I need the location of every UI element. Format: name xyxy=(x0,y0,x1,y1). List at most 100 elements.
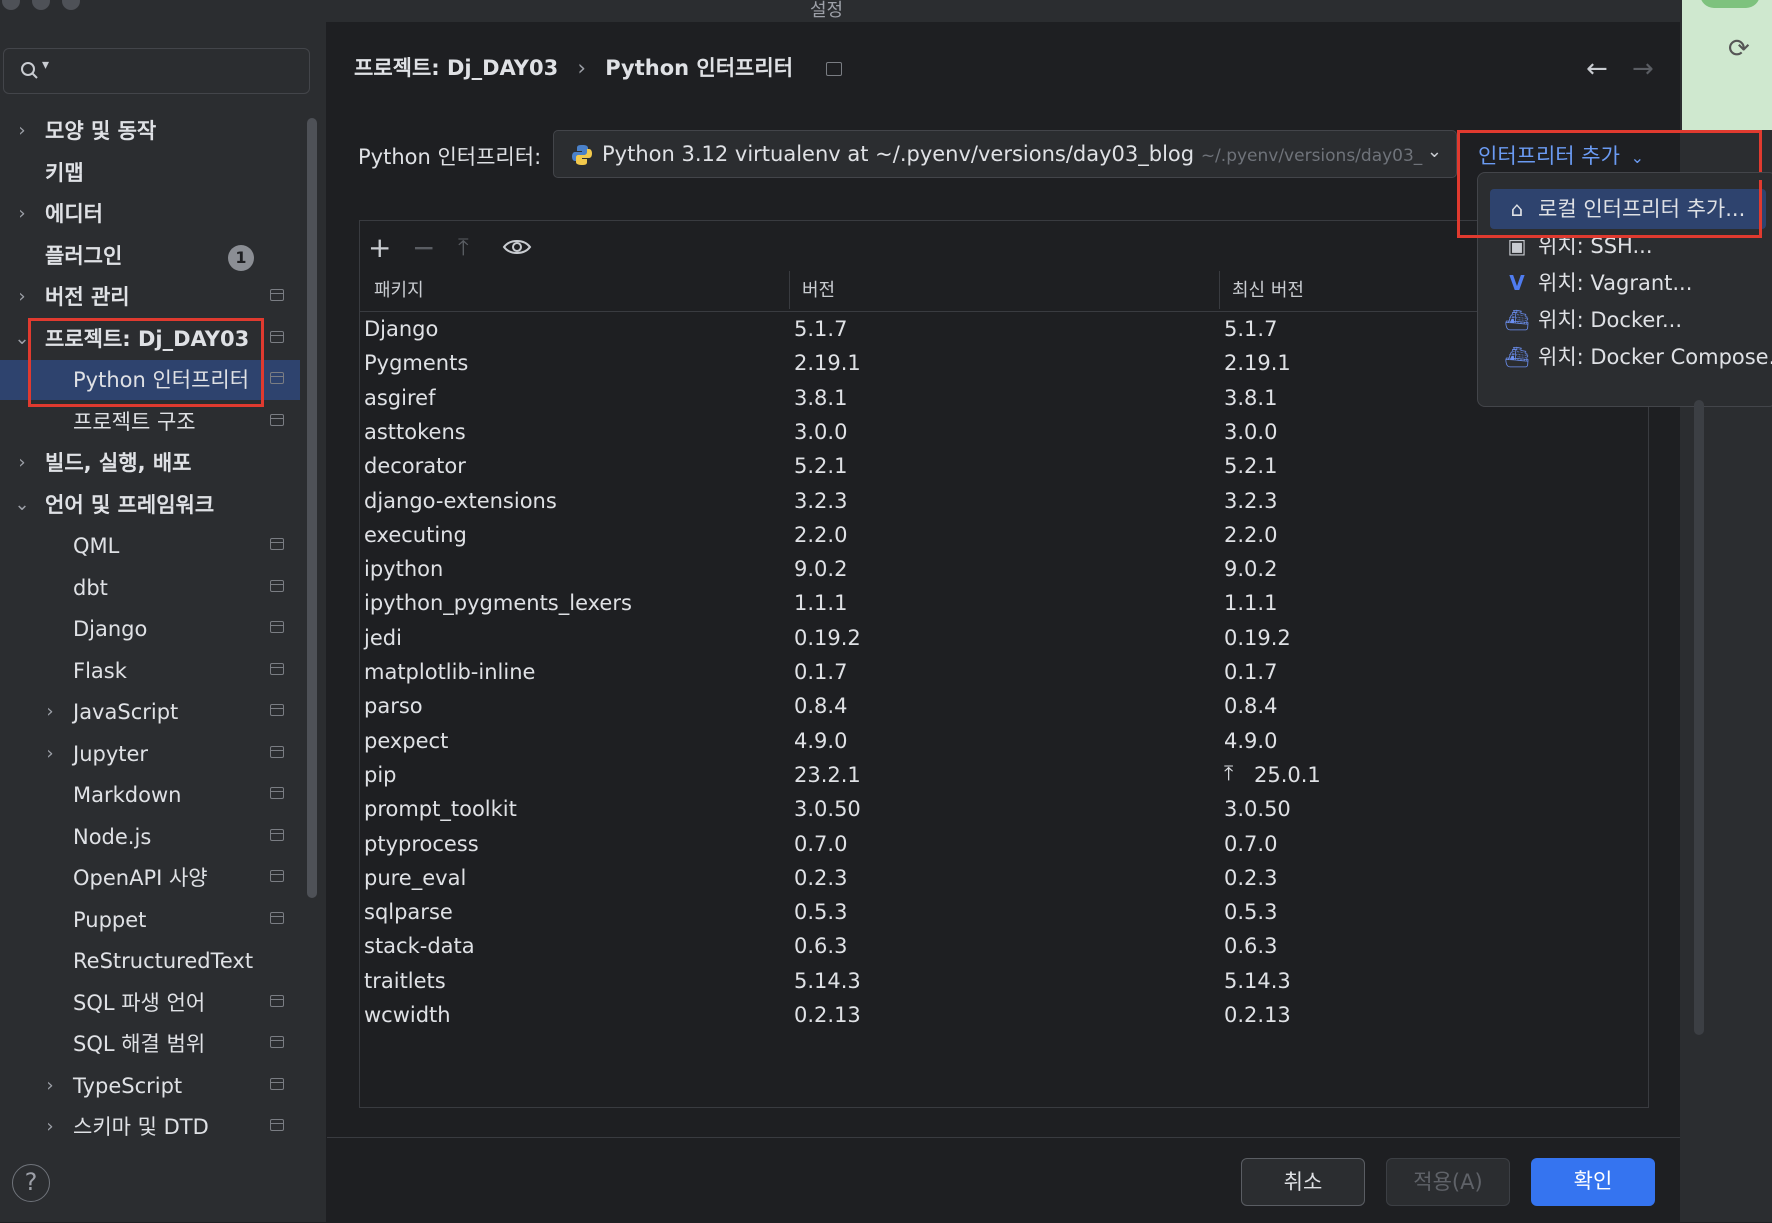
package-name-cell[interactable]: asttokens xyxy=(364,420,466,444)
chevron-right-icon[interactable]: › xyxy=(12,111,32,151)
package-name-cell[interactable]: jedi xyxy=(364,626,402,650)
package-name-cell[interactable]: pip xyxy=(364,763,397,787)
package-name-cell[interactable]: ipython_pygments_lexers xyxy=(364,591,632,615)
chevron-right-icon[interactable]: › xyxy=(12,277,32,317)
sidebar-item[interactable]: ⌄ 언어 및 프레임워크 xyxy=(0,485,300,525)
sidebar-item[interactable]: Flask xyxy=(0,651,300,691)
interpreter-select[interactable]: Python 3.12 virtualenv at ~/.pyenv/versi… xyxy=(553,130,1457,178)
project-scope-icon xyxy=(270,1119,284,1131)
sidebar-item[interactable]: 키맵 xyxy=(0,153,300,193)
apply-button[interactable]: 적용(A) xyxy=(1386,1158,1510,1206)
chevron-right-icon[interactable]: › xyxy=(40,692,60,732)
package-name-cell[interactable]: matplotlib-inline xyxy=(364,660,535,684)
package-table: + − ⤒ 패키지 버전 최신 버전 Django 5.1.7 5.1.7 Pygme… xyxy=(359,220,1650,1108)
sidebar-item[interactable]: 프로젝트 구조 xyxy=(0,402,300,442)
package-name-cell[interactable]: stack-data xyxy=(364,934,475,958)
window-title: 설정 xyxy=(810,0,844,21)
package-latest-version-cell: 5.14.3 xyxy=(1224,968,1291,993)
menu-item-label: 위치: Docker Compose... xyxy=(1538,345,1772,369)
package-latest-version-cell: 0.19.2 xyxy=(1224,625,1291,650)
package-name-cell[interactable]: pexpect xyxy=(364,729,448,753)
add-package-icon[interactable]: + xyxy=(368,231,391,264)
search-options-chevron-icon[interactable]: ▾ xyxy=(42,57,49,73)
sidebar-item-label: 스키마 및 DTD xyxy=(73,1115,209,1139)
column-header-version[interactable]: 버전 xyxy=(802,271,835,311)
upgrade-available-icon[interactable]: ⤒ xyxy=(1224,761,1233,786)
sidebar-item-label: Markdown xyxy=(73,783,182,807)
minimize-window-button[interactable] xyxy=(32,0,50,10)
sidebar-item-label: 에디터 xyxy=(45,202,103,226)
sidebar-item[interactable]: › 스키마 및 DTD xyxy=(0,1107,300,1147)
sidebar-item[interactable]: › 빌드, 실행, 배포 xyxy=(0,443,300,483)
sidebar-item[interactable]: Puppet xyxy=(0,900,300,940)
package-name-cell[interactable]: executing xyxy=(364,523,467,547)
package-name-cell[interactable]: wcwidth xyxy=(364,1003,451,1027)
sidebar-item[interactable]: › 모양 및 동작 xyxy=(0,111,300,151)
breadcrumb-project[interactable]: 프로젝트: Dj_DAY03 xyxy=(354,56,558,80)
sidebar-item[interactable]: Node.js xyxy=(0,817,300,857)
project-scope-icon xyxy=(270,538,284,550)
chevron-down-icon[interactable]: ⌄ xyxy=(12,485,32,525)
chevron-right-icon[interactable]: › xyxy=(40,1107,60,1147)
remove-package-icon[interactable]: − xyxy=(412,231,435,264)
package-name-cell[interactable]: pure_eval xyxy=(364,866,466,890)
menu-item[interactable]: ⛴ 위치: Docker Compose... xyxy=(1490,337,1772,377)
package-name-cell[interactable]: Pygments xyxy=(364,351,468,375)
settings-search-input[interactable]: ▾ xyxy=(3,48,310,94)
forward-arrow-icon[interactable]: → xyxy=(1632,54,1654,84)
chevron-right-icon[interactable]: › xyxy=(40,734,60,774)
sidebar-item[interactable]: › 에디터 xyxy=(0,194,300,234)
package-latest-version-cell: 1.1.1 xyxy=(1224,591,1278,616)
menu-item[interactable]: ⛴ 위치: Docker... xyxy=(1490,300,1766,340)
sidebar-item-label: Flask xyxy=(73,658,127,683)
eye-icon[interactable] xyxy=(502,237,532,257)
sidebar-item[interactable]: SQL 파생 언어 xyxy=(0,983,300,1023)
chevron-right-icon[interactable]: › xyxy=(12,443,32,483)
column-header-latest-version[interactable]: 최신 버전 xyxy=(1232,271,1304,311)
sidebar-item[interactable]: › 버전 관리 xyxy=(0,277,300,317)
package-version-cell: 5.1.7 xyxy=(794,317,848,341)
upgrade-package-icon[interactable]: ⤒ xyxy=(458,233,469,261)
sidebar-item[interactable]: SQL 해결 범위 xyxy=(0,1024,300,1064)
title-bar: 설정 xyxy=(0,0,1680,22)
menu-item[interactable]: V 위치: Vagrant... xyxy=(1490,263,1766,303)
sidebar-scrollbar[interactable] xyxy=(307,118,317,898)
project-scope-icon xyxy=(270,828,284,841)
back-arrow-icon[interactable]: ← xyxy=(1586,54,1608,84)
sidebar-item[interactable]: 플러그인 1 xyxy=(0,236,300,276)
package-name-cell[interactable]: parso xyxy=(364,694,423,718)
project-scope-icon xyxy=(270,787,284,799)
chevron-right-icon[interactable]: › xyxy=(40,1066,60,1106)
highlight-box-project xyxy=(28,318,264,407)
package-name-cell[interactable]: django-extensions xyxy=(364,489,557,513)
package-name-cell[interactable]: traitlets xyxy=(364,969,446,993)
sidebar-item[interactable]: › Jupyter xyxy=(0,734,300,774)
sidebar-item[interactable]: › JavaScript xyxy=(0,692,300,732)
package-name-cell[interactable]: asgiref xyxy=(364,386,435,410)
sidebar-item[interactable]: QML xyxy=(0,526,300,566)
content-scrollbar[interactable] xyxy=(1694,400,1704,1035)
sidebar-item[interactable]: Markdown xyxy=(0,775,300,815)
docker-icon: ⛴ xyxy=(1504,345,1530,369)
package-name-cell[interactable]: ipython xyxy=(364,557,443,581)
column-header-package[interactable]: 패키지 xyxy=(374,271,424,311)
ok-button[interactable]: 확인 xyxy=(1531,1158,1655,1206)
project-scope-icon xyxy=(270,621,284,633)
package-name-cell[interactable]: ptyprocess xyxy=(364,832,479,856)
sidebar-item[interactable]: Django xyxy=(0,609,300,649)
package-name-cell[interactable]: Django xyxy=(364,317,438,341)
close-window-button[interactable] xyxy=(2,0,20,10)
package-version-cell: 3.0.0 xyxy=(794,419,848,444)
cancel-button[interactable]: 취소 xyxy=(1241,1158,1365,1206)
sidebar-item[interactable]: › TypeScript xyxy=(0,1066,300,1106)
sidebar-item[interactable]: OpenAPI 사양 xyxy=(0,858,300,898)
package-name-cell[interactable]: sqlparse xyxy=(364,900,453,924)
sidebar-item[interactable]: ReStructuredText xyxy=(0,941,300,981)
package-name-cell[interactable]: prompt_toolkit xyxy=(364,797,517,821)
chevron-right-icon[interactable]: › xyxy=(12,194,32,234)
help-button[interactable]: ? xyxy=(12,1164,50,1202)
sidebar-item[interactable]: dbt xyxy=(0,568,300,608)
package-version-cell: 5.2.1 xyxy=(794,454,848,479)
package-name-cell[interactable]: decorator xyxy=(364,454,466,478)
zoom-window-button[interactable] xyxy=(62,0,80,10)
